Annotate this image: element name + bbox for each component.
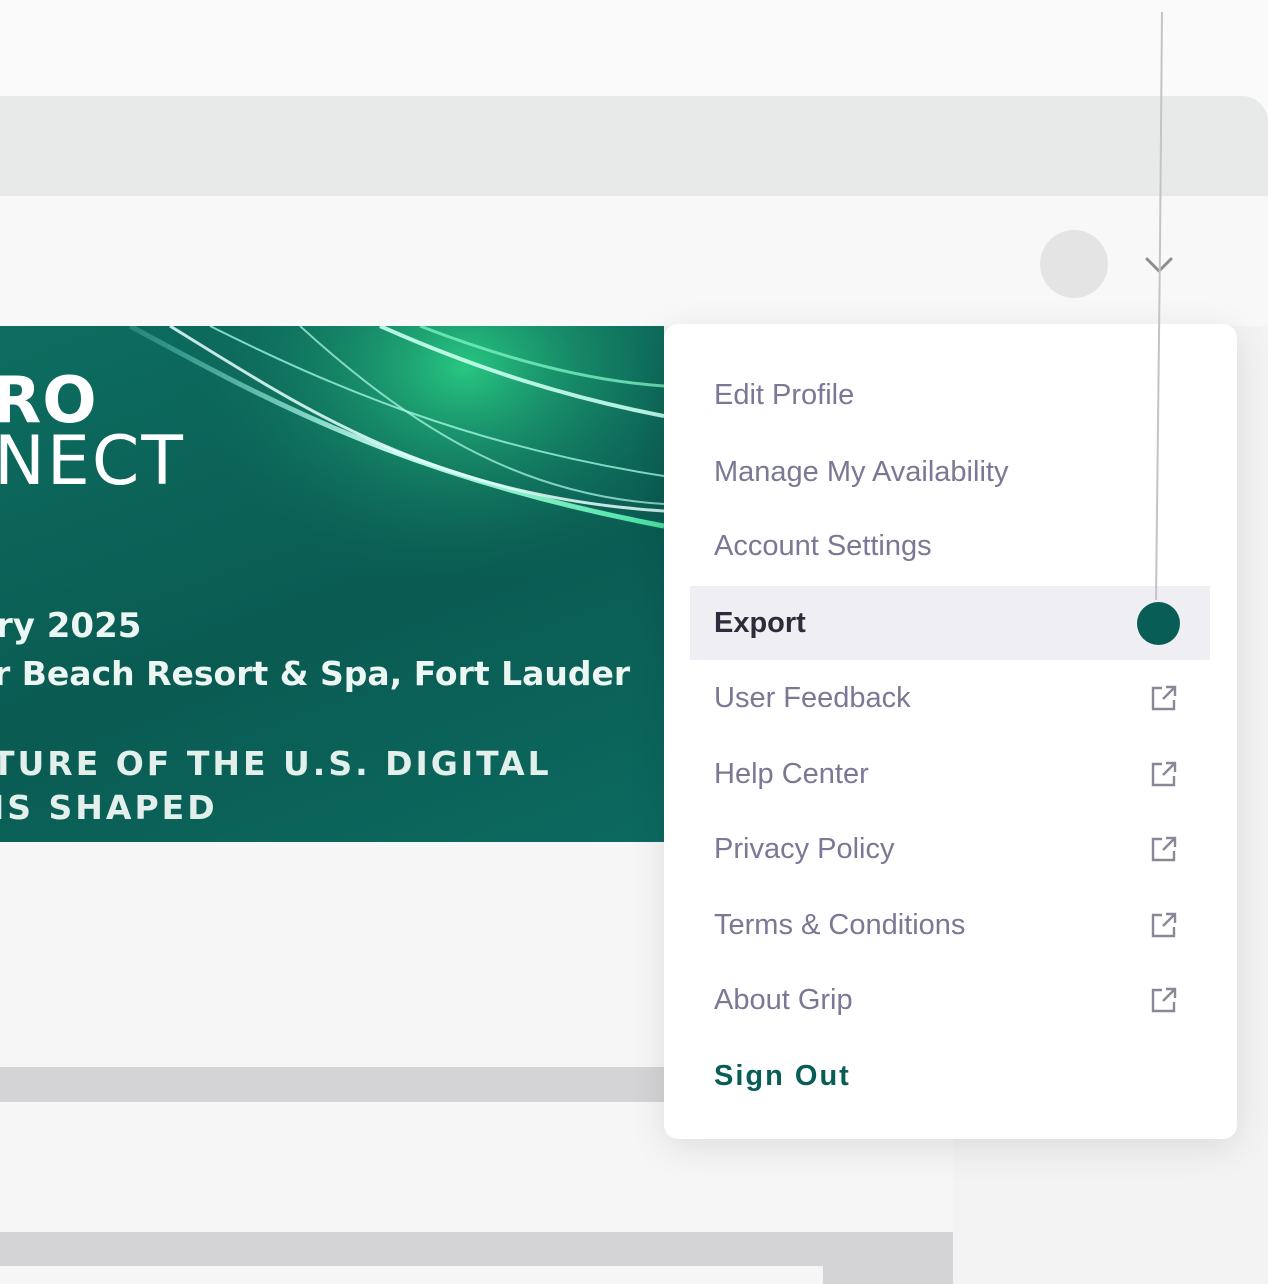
menu-item-label: About Grip [714, 983, 853, 1016]
menu-item-user-feedback[interactable]: User Feedback [690, 661, 1210, 735]
banner-venue: r Beach Resort & Spa, Fort Lauder [0, 654, 631, 693]
menu-item-label: Privacy Policy [714, 832, 895, 865]
window-titlebar [0, 96, 1268, 196]
section-divider [0, 1232, 823, 1266]
event-banner[interactable]: RO NECT ry 2025 r Beach Resort & Spa, Fo… [0, 326, 664, 842]
menu-item-manage-availability[interactable]: Manage My Availability [690, 435, 1210, 509]
menu-item-label: Edit Profile [714, 378, 855, 411]
external-link-icon [1151, 836, 1177, 862]
banner-tagline-line1: TURE OF THE U.S. DIGITAL [0, 744, 552, 783]
menu-item-privacy-policy[interactable]: Privacy Policy [690, 812, 1210, 886]
menu-item-label: Manage My Availability [714, 455, 1009, 488]
side-column [823, 1232, 953, 1284]
menu-item-edit-profile[interactable]: Edit Profile [690, 358, 1210, 432]
avatar[interactable] [1040, 230, 1108, 298]
menu-item-about-grip[interactable]: About Grip [690, 963, 1210, 1037]
external-link-icon [1151, 761, 1177, 787]
click-indicator-dot [1137, 602, 1180, 645]
external-link-icon [1151, 685, 1177, 711]
banner-title-line2: NECT [0, 422, 185, 501]
chevron-down-icon[interactable] [1142, 248, 1176, 282]
sign-out-button[interactable]: Sign Out [690, 1039, 1210, 1113]
menu-item-label: User Feedback [714, 681, 911, 714]
menu-item-label: Export [714, 606, 806, 639]
event-card-body [0, 842, 664, 1067]
menu-item-label: Terms & Conditions [714, 908, 966, 941]
menu-item-label: Account Settings [714, 529, 932, 562]
menu-item-label: Help Center [714, 757, 869, 790]
external-link-icon [1151, 987, 1177, 1013]
sign-out-label: Sign Out [714, 1059, 851, 1092]
external-link-icon [1151, 912, 1177, 938]
menu-item-account-settings[interactable]: Account Settings [690, 509, 1210, 583]
app-header [0, 196, 1268, 326]
user-dropdown-menu: Edit Profile Manage My Availability Acco… [664, 324, 1237, 1139]
menu-item-help-center[interactable]: Help Center [690, 737, 1210, 811]
banner-tagline-line2: IS SHAPED [0, 788, 218, 827]
menu-item-terms-conditions[interactable]: Terms & Conditions [690, 888, 1210, 962]
content-card [0, 1266, 823, 1284]
menu-item-export[interactable]: Export [690, 586, 1210, 660]
banner-date: ry 2025 [0, 606, 142, 646]
